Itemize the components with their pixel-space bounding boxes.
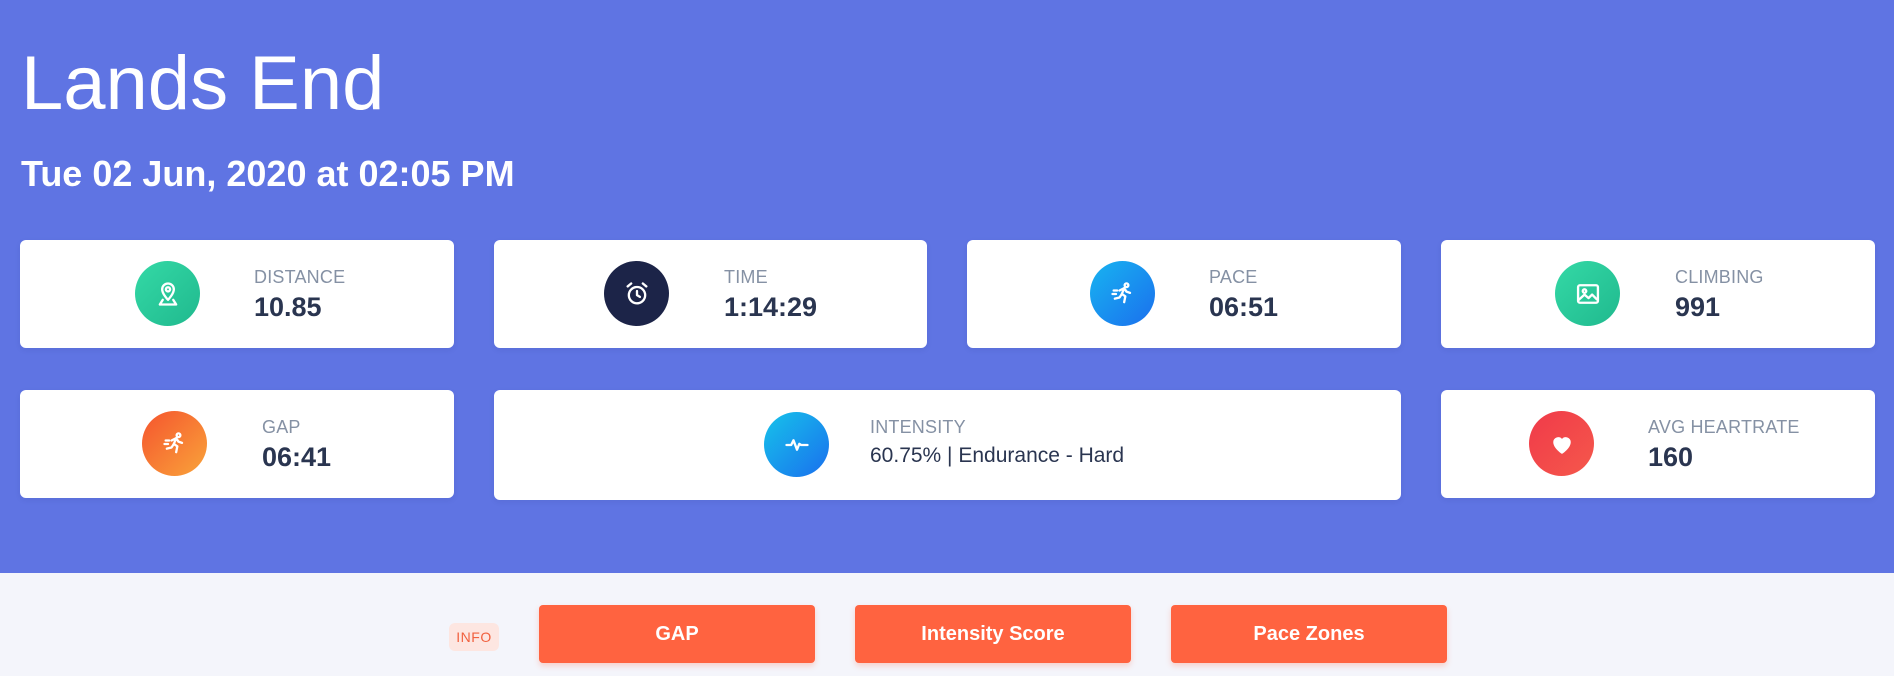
runner-icon [142, 411, 207, 476]
stat-value: 160 [1648, 442, 1694, 472]
stat-value: 10.85 [254, 292, 322, 322]
intensity-score-button[interactable]: Intensity Score [855, 605, 1131, 663]
page-title: Lands End [21, 41, 385, 126]
gap-button[interactable]: GAP [539, 605, 815, 663]
stat-value: 06:41 [262, 442, 332, 472]
stat-label: PACE [1209, 267, 1258, 287]
activity-pulse-icon [764, 412, 829, 477]
stat-value: 991 [1675, 292, 1721, 322]
alarm-clock-icon [604, 261, 669, 326]
stat-value: 60.75% | Endurance - Hard [870, 444, 1125, 467]
stat-card-heartrate: AVG HEARTRATE 160 [1441, 390, 1875, 498]
stat-card-intensity: INTENSITY 60.75% | Endurance - Hard [494, 390, 1401, 500]
stat-label: DISTANCE [254, 267, 346, 287]
stat-label: TIME [724, 267, 768, 287]
stat-label: GAP [262, 417, 301, 437]
stat-label: INTENSITY [870, 417, 966, 437]
map-marker-icon [135, 261, 200, 326]
stat-label: CLIMBING [1675, 267, 1764, 287]
stat-value: 1:14:29 [724, 292, 818, 322]
activity-datetime: Tue 02 Jun, 2020 at 02:05 PM [21, 153, 515, 194]
stat-card-time: TIME 1:14:29 [494, 240, 927, 348]
stat-label: AVG HEARTRATE [1648, 417, 1800, 437]
stat-card-climbing: CLIMBING 991 [1441, 240, 1875, 348]
pace-zones-button[interactable]: Pace Zones [1171, 605, 1447, 663]
image-icon [1555, 261, 1620, 326]
heart-icon [1529, 411, 1594, 476]
stat-value: 06:51 [1209, 292, 1279, 322]
hero-header: Lands End Tue 02 Jun, 2020 at 02:05 PM D… [0, 0, 1894, 573]
stat-card-pace: PACE 06:51 [967, 240, 1401, 348]
runner-icon [1090, 261, 1155, 326]
stat-card-distance: DISTANCE 10.85 [20, 240, 454, 348]
info-badge: INFO [449, 623, 499, 651]
stat-card-gap: GAP 06:41 [20, 390, 454, 498]
